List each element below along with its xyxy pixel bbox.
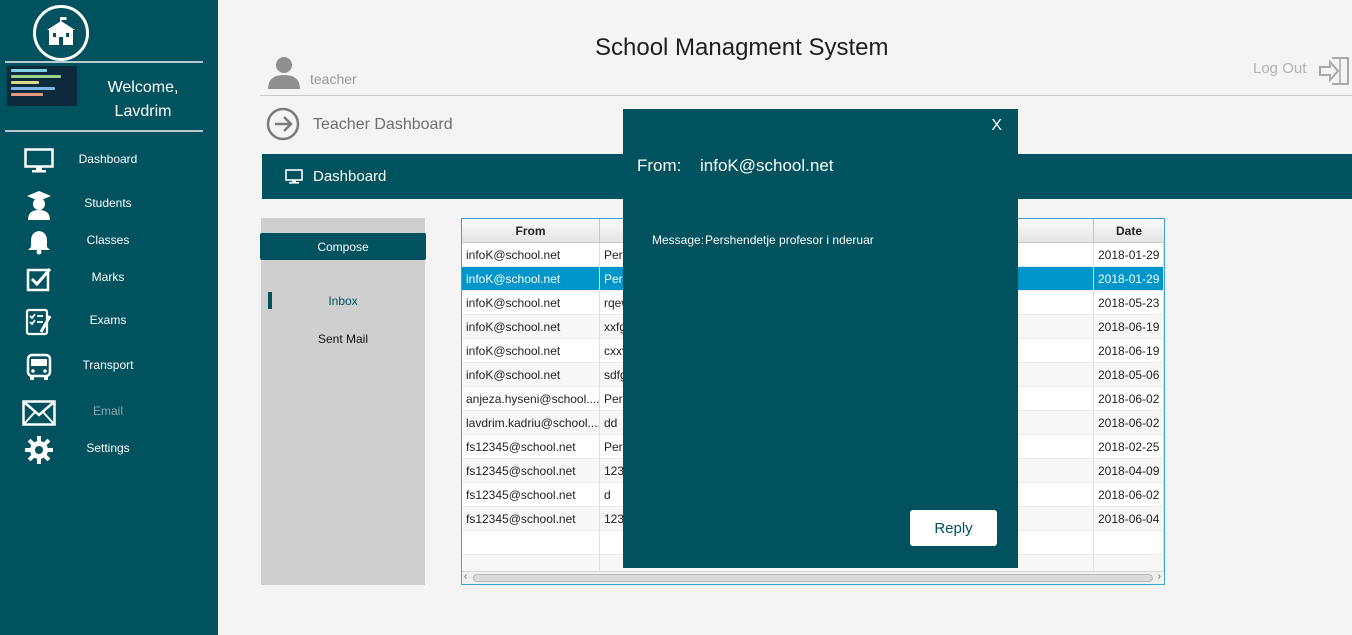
- cell-date: 2018-06-02: [1094, 411, 1164, 435]
- cell-from: infoK@school.net: [462, 315, 600, 339]
- cell-from: fs12345@school.net: [462, 459, 600, 483]
- cell-date: 2018-06-19: [1094, 339, 1164, 363]
- sidebar-item-exams[interactable]: Exams: [0, 303, 218, 339]
- bus-icon: [22, 352, 56, 382]
- sidebar-item-label: Marks: [91, 270, 125, 284]
- exam-checklist-icon: [22, 307, 56, 337]
- cell-from: infoK@school.net: [462, 363, 600, 387]
- sidebar-item-students[interactable]: Students: [0, 186, 218, 222]
- cell-from: infoK@school.net: [462, 291, 600, 315]
- scroll-right-icon[interactable]: ›: [1158, 571, 1161, 582]
- sidebar-item-classes[interactable]: Classes: [0, 223, 218, 259]
- sidebar-item-marks[interactable]: Marks: [0, 260, 218, 296]
- logout-button[interactable]: Log Out: [1253, 60, 1306, 77]
- user-name: teacher: [310, 71, 357, 87]
- section-title: Dashboard: [313, 168, 387, 185]
- gear-icon: [22, 435, 56, 465]
- from-value: infoK@school.net: [700, 156, 834, 175]
- monitor-icon: [22, 146, 56, 176]
- horizontal-scrollbar[interactable]: ‹ ›: [462, 571, 1164, 584]
- cell-date: 2018-02-25: [1094, 435, 1164, 459]
- cell-date: 2018-05-23: [1094, 291, 1164, 315]
- message-label: Message:: [652, 233, 705, 247]
- checkbox-icon: [22, 264, 56, 294]
- column-header-date[interactable]: Date: [1094, 219, 1164, 243]
- cell-from: fs12345@school.net: [462, 507, 600, 531]
- sidebar-item-label: Exams: [89, 313, 127, 327]
- cell-date: 2018-06-04: [1094, 507, 1164, 531]
- cell-date: 2018-04-09: [1094, 459, 1164, 483]
- page-title: School Managment System: [595, 34, 889, 61]
- cell-from: infoK@school.net: [462, 339, 600, 363]
- folder-inbox[interactable]: Inbox: [303, 294, 383, 308]
- cell-from: anjeza.hyseni@school....: [462, 387, 600, 411]
- sidebar-item-label: Classes: [86, 233, 130, 247]
- scroll-left-icon[interactable]: ‹: [464, 571, 467, 582]
- reply-button[interactable]: Reply: [910, 510, 997, 546]
- sidebar-item-settings[interactable]: Settings: [0, 431, 218, 467]
- avatar: [7, 66, 77, 106]
- envelope-icon: [22, 398, 56, 428]
- monitor-icon: [285, 169, 303, 190]
- sidebar-item-label: Transport: [82, 358, 134, 372]
- sidebar-item-label: Dashboard: [78, 152, 138, 166]
- school-logo-icon: [33, 5, 89, 61]
- breadcrumb: Teacher Dashboard: [313, 116, 453, 133]
- message-dialog: X From: infoK@school.net Message: Pershe…: [623, 109, 1018, 568]
- cell-from: [462, 531, 600, 555]
- mail-folder-panel: Compose Inbox Sent Mail: [260, 218, 426, 585]
- bell-icon: [22, 227, 56, 257]
- active-folder-indicator: [268, 292, 272, 309]
- welcome-line: Welcome,: [107, 79, 179, 96]
- cell-from: fs12345@school.net: [462, 483, 600, 507]
- folder-sent-mail[interactable]: Sent Mail: [303, 332, 383, 346]
- welcome-text: Welcome, Lavdrim: [95, 76, 191, 124]
- scrollbar-thumb[interactable]: [473, 574, 1153, 582]
- column-header-from[interactable]: From: [462, 219, 600, 243]
- cell-date: 2018-01-29: [1094, 267, 1164, 291]
- sidebar-item-dashboard[interactable]: Dashboard: [0, 142, 218, 178]
- sidebar-item-label: Students: [84, 196, 132, 210]
- cell-date: 2018-06-19: [1094, 315, 1164, 339]
- cell-from: fs12345@school.net: [462, 435, 600, 459]
- sidebar-item-email[interactable]: Email: [0, 394, 218, 430]
- close-button[interactable]: X: [991, 117, 1002, 135]
- logout-icon[interactable]: [1318, 54, 1352, 93]
- cell-date: [1094, 531, 1164, 555]
- welcome-user-name: Lavdrim: [114, 103, 172, 120]
- sidebar-item-label: Email: [92, 404, 123, 418]
- divider: [260, 95, 1352, 96]
- cell-from: lavdrim.kadriu@school....: [462, 411, 600, 435]
- sidebar-item-transport[interactable]: Transport: [0, 348, 218, 384]
- user-icon: [266, 54, 302, 95]
- from-label: From:: [637, 156, 682, 175]
- divider: [5, 130, 203, 132]
- graduate-icon: [22, 190, 56, 220]
- message-body: Pershendetje profesor i nderuar: [705, 233, 874, 247]
- cell-date: 2018-05-06: [1094, 363, 1164, 387]
- divider: [5, 61, 203, 63]
- arrow-right-circle-icon: [266, 107, 300, 146]
- compose-button[interactable]: Compose: [260, 233, 426, 260]
- cell-date: 2018-06-02: [1094, 387, 1164, 411]
- sidebar: Welcome, Lavdrim Dashboard Students Clas…: [0, 0, 218, 635]
- cell-date: 2018-06-02: [1094, 483, 1164, 507]
- cell-from: infoK@school.net: [462, 243, 600, 267]
- sidebar-item-label: Settings: [86, 441, 130, 455]
- cell-date: 2018-01-29: [1094, 243, 1164, 267]
- cell-from: infoK@school.net: [462, 267, 600, 291]
